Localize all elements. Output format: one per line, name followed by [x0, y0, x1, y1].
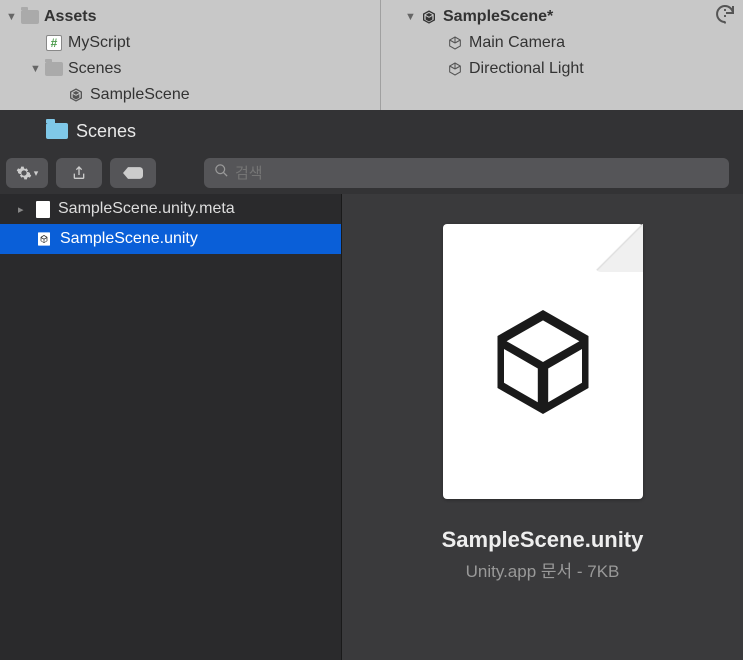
preview-metadata: Unity.app 문서 - 7KB	[466, 557, 620, 582]
finder-preview-pane: SampleScene.unity Unity.app 문서 - 7KB	[342, 194, 743, 660]
file-name: SampleScene.unity	[60, 230, 198, 248]
item-label: MyScript	[68, 34, 130, 52]
scene-name: SampleScene*	[443, 8, 553, 26]
file-name: SampleScene.unity.meta	[58, 200, 235, 218]
unity-logo-icon	[478, 297, 608, 427]
disclosure-down-icon[interactable]: ▼	[405, 11, 419, 23]
gameobject-icon	[445, 35, 465, 51]
project-item-script[interactable]: # MyScript	[0, 30, 380, 56]
search-box[interactable]	[204, 158, 729, 188]
disclosure-down-icon[interactable]: ▼	[6, 11, 20, 23]
file-row[interactable]: ▸ SampleScene.unity	[0, 224, 341, 254]
item-label: Scenes	[68, 60, 121, 78]
object-label: Main Camera	[469, 34, 565, 52]
search-input[interactable]	[235, 165, 719, 182]
object-label: Directional Light	[469, 60, 584, 78]
item-label: SampleScene	[90, 86, 190, 104]
project-item-scene[interactable]: SampleScene	[0, 82, 380, 108]
project-panel: ▼ Assets # MyScript ▼ Scenes SampleScene	[0, 0, 380, 110]
folder-icon	[20, 10, 40, 24]
hierarchy-scene-root[interactable]: ▼ SampleScene* ⋮	[381, 4, 743, 30]
gameobject-icon	[445, 61, 465, 77]
share-button[interactable]	[56, 158, 102, 188]
document-icon	[36, 201, 50, 218]
finder-window: Scenes ▾ ▸ SampleScene.unity.meta	[0, 110, 743, 660]
finder-file-list: ▸ SampleScene.unity.meta ▸ SampleScene.u…	[0, 194, 342, 660]
finder-title: Scenes	[76, 121, 136, 142]
chevron-down-icon: ▾	[34, 168, 39, 179]
unity-file-icon	[36, 231, 52, 247]
page-fold-icon	[595, 224, 643, 272]
refresh-icon[interactable]	[713, 2, 737, 31]
folder-icon	[44, 62, 64, 76]
tag-button[interactable]	[110, 158, 156, 188]
hierarchy-panel: ▼ SampleScene* ⋮ Main Camera Directional…	[380, 0, 743, 110]
finder-toolbar: ▾	[0, 152, 743, 194]
hierarchy-object[interactable]: Main Camera	[381, 30, 743, 56]
search-icon	[214, 163, 229, 183]
csharp-script-icon: #	[44, 35, 64, 51]
disclosure-down-icon[interactable]: ▼	[30, 63, 44, 75]
unity-scene-icon	[419, 9, 439, 25]
project-root-assets[interactable]: ▼ Assets	[0, 4, 380, 30]
file-row[interactable]: ▸ SampleScene.unity.meta	[0, 194, 341, 224]
folder-label: Assets	[44, 8, 96, 26]
hierarchy-object[interactable]: Directional Light	[381, 56, 743, 82]
preview-filename: SampleScene.unity	[442, 527, 644, 553]
folder-icon	[46, 123, 68, 139]
unity-scene-icon	[66, 87, 86, 103]
preview-thumbnail	[443, 224, 643, 499]
finder-titlebar: Scenes	[0, 110, 743, 152]
actions-menu-button[interactable]: ▾	[6, 158, 48, 188]
project-item-scenes-folder[interactable]: ▼ Scenes	[0, 56, 380, 82]
disclosure-right-icon: ▸	[18, 203, 28, 216]
